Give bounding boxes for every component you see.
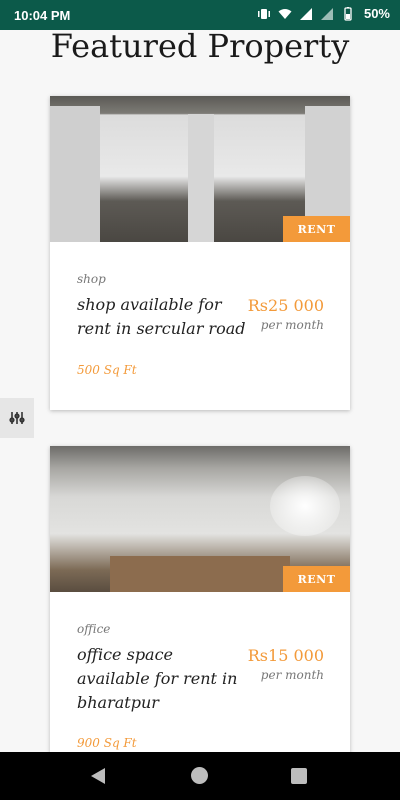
status-icons: 50%	[257, 6, 390, 21]
property-photo[interactable]: RENT	[50, 96, 350, 242]
property-category: office	[77, 622, 111, 636]
home-icon[interactable]	[191, 767, 208, 784]
photo-detail	[188, 114, 214, 242]
battery-percent: 50%	[363, 6, 390, 21]
property-category: shop	[77, 272, 106, 286]
property-price: Rs25 000	[247, 296, 324, 315]
signal-icon	[299, 7, 313, 21]
property-area: 900 Sq Ft	[77, 736, 137, 750]
wifi-icon	[278, 7, 292, 21]
property-area: 500 Sq Ft	[77, 363, 137, 377]
price-period: per month	[260, 318, 324, 332]
battery-icon	[341, 6, 355, 21]
sliders-icon	[9, 412, 25, 424]
photo-detail	[50, 106, 100, 242]
status-bar: 10:04 PM 50%	[0, 0, 400, 30]
recents-icon[interactable]	[291, 768, 307, 784]
property-card[interactable]: RENT shop shop available for rent in ser…	[50, 96, 350, 410]
rent-badge: RENT	[283, 566, 350, 592]
status-time: 10:04 PM	[14, 8, 71, 23]
property-card[interactable]: RENT office office space available for r…	[50, 446, 350, 766]
property-title[interactable]: office space available for rent in bhara…	[77, 643, 247, 715]
vibrate-icon	[257, 7, 271, 21]
signal-icon	[320, 7, 334, 21]
price-period: per month	[260, 668, 324, 682]
photo-detail	[110, 556, 290, 592]
property-title[interactable]: shop available for rent in sercular road	[77, 293, 247, 341]
photo-detail	[270, 476, 340, 536]
rent-badge: RENT	[283, 216, 350, 242]
property-price: Rs15 000	[247, 646, 324, 665]
filter-button[interactable]	[0, 398, 34, 438]
property-photo[interactable]: RENT	[50, 446, 350, 592]
back-icon[interactable]	[91, 768, 105, 784]
navigation-bar	[0, 752, 400, 800]
page-title: Featured Property	[50, 27, 350, 65]
